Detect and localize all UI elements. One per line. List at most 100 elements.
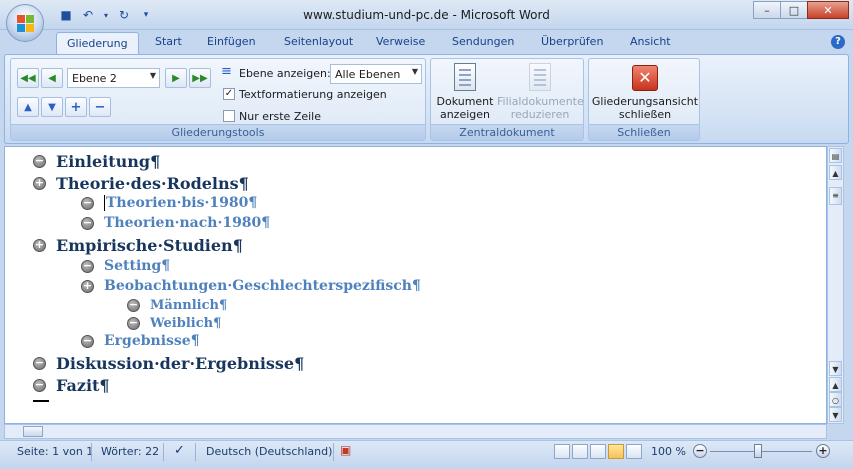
scroll-up-icon[interactable]: ▲	[829, 165, 842, 180]
outline-level-select[interactable]: Ebene 2 ▼	[67, 68, 160, 88]
zoom-out-button[interactable]: −	[693, 444, 707, 458]
browse-object-icon[interactable]: ○	[829, 392, 842, 407]
group-schliessen: ✕ Gliederungsansicht schließen Schließen	[588, 58, 700, 141]
scroll-thumb[interactable]: ≡	[829, 187, 842, 205]
group-label: Schließen	[589, 124, 699, 140]
spelling-check-icon[interactable]: ✓	[174, 443, 185, 458]
first-line-checkbox[interactable]	[223, 110, 235, 122]
office-logo-icon	[17, 15, 34, 32]
group-zentraldokument: Dokument anzeigen Filialdokumente reduzi…	[430, 58, 584, 141]
help-icon[interactable]: ?	[831, 35, 845, 49]
title-bar: ■ ↶ ▾ ↻ ▾ www.studium-und-pc.de - Micros…	[0, 0, 853, 30]
collapse-symbol-icon[interactable]: −	[127, 317, 140, 330]
status-bar: Seite: 1 von 1 Wörter: 22 ✓ Deutsch (Deu…	[0, 440, 853, 469]
demote-to-body-button[interactable]: ▶▶	[189, 68, 211, 88]
outline-item[interactable]: − Diskussion·der·Ergebnisse¶	[33, 354, 304, 373]
outline-item[interactable]: − Theorien·nach·1980¶	[81, 215, 270, 231]
collapse-subdocuments-button[interactable]: Filialdokumente reduzieren	[497, 63, 584, 121]
group-label: Zentraldokument	[431, 124, 583, 140]
group-label: Gliederungstools	[11, 124, 425, 140]
collapse-symbol-icon[interactable]: −	[81, 334, 94, 348]
text-formatting-checkbox[interactable]: ✓	[223, 88, 235, 100]
window-title: www.studium-und-pc.de - Microsoft Word	[303, 8, 550, 22]
show-level-icon: ≡	[221, 64, 232, 79]
next-page-icon[interactable]: ▼	[829, 407, 842, 422]
collapse-symbol-icon[interactable]: −	[33, 379, 46, 392]
collapse-button[interactable]: −	[89, 97, 111, 117]
tab-einfuegen[interactable]: Einfügen	[207, 35, 256, 48]
outline-item[interactable]: − Ergebnisse¶	[81, 333, 200, 349]
promote-to-heading1-button[interactable]: ◀◀	[17, 68, 39, 88]
group-gliederungstools: ◀◀ ◀ Ebene 2 ▼ ▶ ▶▶ ▲ ▼ + − ≡ Ebene anze…	[10, 58, 426, 141]
tab-sendungen[interactable]: Sendungen	[452, 35, 514, 48]
document-area[interactable]: − Einleitung¶ + Theorie·des·Rodelns¶ − T…	[4, 146, 827, 424]
previous-page-icon[interactable]: ▲	[829, 377, 842, 392]
zoom-level[interactable]: 100 %	[651, 445, 686, 458]
outline-item[interactable]: − Weiblich¶	[127, 316, 221, 331]
view-full-screen-icon[interactable]	[572, 444, 588, 459]
text-formatting-label: Textformatierung anzeigen	[239, 88, 387, 101]
outline-item[interactable]: − Theorien·bis·1980¶	[81, 195, 257, 211]
outline-item[interactable]: − Männlich¶	[127, 298, 227, 313]
outline-item[interactable]: − Fazit¶	[33, 376, 110, 395]
office-button[interactable]	[6, 4, 44, 42]
collapse-symbol-icon[interactable]: −	[127, 299, 140, 312]
collapse-symbol-icon[interactable]: −	[33, 357, 46, 370]
move-up-button[interactable]: ▲	[17, 97, 39, 117]
end-of-document-mark	[33, 400, 49, 402]
scroll-down-icon[interactable]: ▼	[829, 361, 842, 376]
view-draft-icon[interactable]	[626, 444, 642, 459]
demote-button[interactable]: ▶	[165, 68, 187, 88]
show-document-button[interactable]: Dokument anzeigen	[435, 63, 495, 121]
vertical-scrollbar[interactable]: ▤ ▲ ≡ ▼ ▲ ○ ▼	[827, 146, 844, 424]
outline-item[interactable]: + Empirische·Studien¶	[33, 236, 243, 255]
subdocument-icon	[529, 63, 551, 91]
outline-item[interactable]: + Theorie·des·Rodelns¶	[33, 174, 249, 193]
ribbon-tabs: Gliederung Start Einfügen Seitenlayout V…	[0, 30, 853, 54]
collapse-symbol-icon[interactable]: −	[81, 196, 94, 210]
collapse-symbol-icon[interactable]: −	[81, 216, 94, 230]
promote-button[interactable]: ◀	[41, 68, 63, 88]
view-web-layout-icon[interactable]	[590, 444, 606, 459]
collapse-symbol-icon[interactable]: −	[33, 155, 46, 168]
expand-symbol-icon[interactable]: +	[33, 177, 46, 190]
close-icon: ✕	[632, 65, 658, 91]
view-outline-icon[interactable]	[608, 444, 624, 459]
outline-item[interactable]: + Beobachtungen·Geschlechterspezifisch¶	[81, 278, 421, 294]
tab-ueberpruefen[interactable]: Überprüfen	[541, 35, 603, 48]
maximize-button[interactable]: □	[780, 1, 808, 19]
show-level-label: Ebene anzeigen:	[239, 67, 331, 80]
chevron-down-icon: ▼	[149, 71, 156, 80]
expand-symbol-icon[interactable]: +	[81, 279, 94, 293]
expand-symbol-icon[interactable]: +	[33, 239, 46, 252]
tab-start[interactable]: Start	[155, 35, 182, 48]
close-outline-view-button[interactable]: ✕ Gliederungsansicht schließen	[591, 65, 699, 121]
word-count[interactable]: Wörter: 22	[101, 445, 159, 458]
view-print-layout-icon[interactable]	[554, 444, 570, 459]
chevron-down-icon: ▼	[411, 67, 418, 76]
collapse-symbol-icon[interactable]: −	[81, 259, 94, 273]
outline-item[interactable]: − Setting¶	[81, 258, 170, 274]
tab-verweise[interactable]: Verweise	[376, 35, 425, 48]
tab-gliederung[interactable]: Gliederung	[56, 32, 139, 54]
minimize-button[interactable]: –	[753, 1, 781, 19]
horizontal-scrollbar[interactable]	[4, 424, 827, 439]
text-cursor	[104, 195, 105, 211]
horizontal-scroll-thumb[interactable]	[23, 426, 43, 437]
macro-record-icon[interactable]: ▣	[340, 443, 351, 457]
language-indicator[interactable]: Deutsch (Deutschland)	[206, 445, 332, 458]
ribbon: ◀◀ ◀ Ebene 2 ▼ ▶ ▶▶ ▲ ▼ + − ≡ Ebene anze…	[4, 54, 849, 144]
document-icon	[454, 63, 476, 91]
page-count[interactable]: Seite: 1 von 1	[17, 445, 93, 458]
tab-ansicht[interactable]: Ansicht	[630, 35, 671, 48]
expand-button[interactable]: +	[65, 97, 87, 117]
zoom-in-button[interactable]: +	[816, 444, 830, 458]
tab-seitenlayout[interactable]: Seitenlayout	[284, 35, 353, 48]
ruler-toggle-icon[interactable]: ▤	[829, 148, 842, 163]
move-down-button[interactable]: ▼	[41, 97, 63, 117]
first-line-label: Nur erste Zeile	[239, 110, 322, 123]
show-level-select[interactable]: Alle Ebenen ▼	[330, 64, 422, 84]
zoom-slider-thumb[interactable]	[754, 444, 762, 458]
outline-item[interactable]: − Einleitung¶	[33, 152, 160, 171]
close-button[interactable]: ✕	[807, 1, 849, 19]
